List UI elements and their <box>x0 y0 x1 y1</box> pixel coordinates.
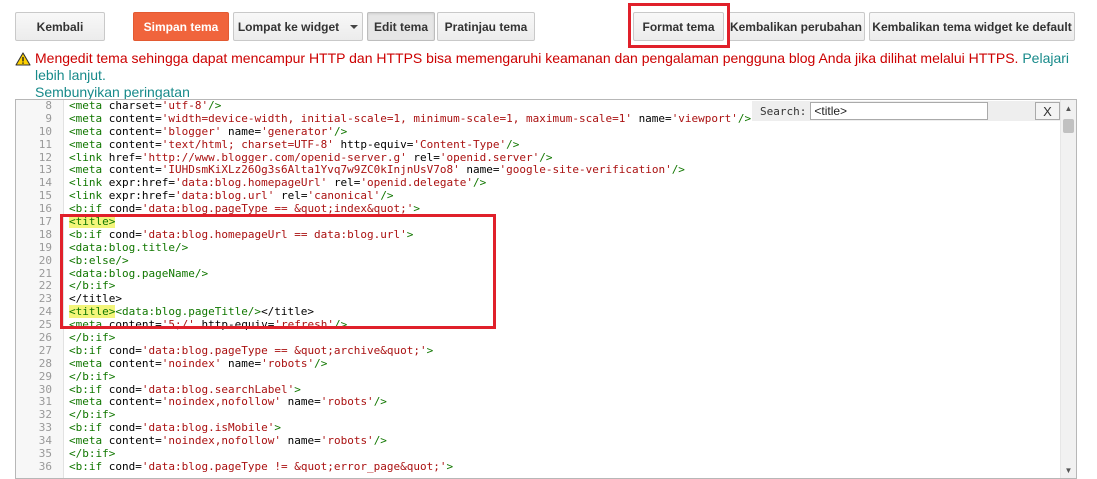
line-number: 10 <box>38 124 52 138</box>
search-input[interactable] <box>810 102 989 120</box>
line-number: 18 <box>38 227 52 241</box>
warning-triangle-icon <box>15 52 31 70</box>
scroll-down-icon[interactable]: ▼ <box>1061 462 1076 478</box>
preview-theme-button[interactable]: Pratinjau tema <box>437 12 535 41</box>
code-text: <b:if cond='data:blog.pageType != &quot;… <box>69 459 454 473</box>
hide-warning-link[interactable]: Sembunyikan peringatan <box>35 84 190 100</box>
save-theme-button[interactable]: Simpan tema <box>133 12 229 41</box>
line-number: 19 <box>38 240 52 254</box>
vertical-scrollbar[interactable]: ▲ ▼ <box>1060 100 1076 478</box>
back-button[interactable]: Kembali <box>15 12 105 41</box>
line-number: 36 <box>38 459 52 473</box>
edit-theme-button[interactable]: Edit tema <box>367 12 435 41</box>
scroll-up-icon[interactable]: ▲ <box>1061 100 1076 116</box>
code-line: 22 </b:if> <box>16 280 1076 293</box>
scrollbar-thumb[interactable] <box>1063 119 1074 133</box>
line-number: 27 <box>38 343 52 357</box>
line-number: 9 <box>45 111 52 125</box>
revert-changes-button[interactable]: Kembalikan perubahan <box>727 12 865 41</box>
search-bar: Search: X <box>752 101 1060 121</box>
warning-text: Mengedit tema sehingga dapat mencampur H… <box>35 50 1019 66</box>
code-line: 19 <data:blog.title/> <box>16 240 1076 255</box>
code-text: <meta content='noindex,nofollow' name='r… <box>69 434 387 448</box>
line-number: 8 <box>45 99 52 112</box>
line-number: 28 <box>38 356 52 370</box>
code-line: 36 <b:if cond='data:blog.pageType != &quo… <box>16 459 1076 474</box>
code-line: 31 <meta content='noindex,nofollow' name=… <box>16 396 1076 409</box>
code-editor[interactable]: 8 <meta charset='utf-8'/> 9 <meta content='… <box>15 99 1077 479</box>
line-number: 29 <box>38 369 52 383</box>
line-number: 11 <box>38 137 52 151</box>
search-label: Search: <box>760 104 807 118</box>
code-line: 25 <meta content='5;/' http-equiv='refres… <box>16 318 1076 332</box>
reset-widgets-button[interactable]: Kembalikan tema widget ke default <box>869 12 1075 41</box>
code-line: 28 <meta content='noindex' name='robots'/… <box>16 356 1076 371</box>
line-number: 17 <box>38 215 52 229</box>
code-text: <b:if cond='data:blog.pageType == &quot;… <box>69 202 421 216</box>
close-search-button[interactable]: X <box>1035 102 1060 120</box>
code-line: 21 <data:blog.pageName/> <box>16 267 1076 281</box>
jump-to-widget-label: Lompat ke widget <box>237 19 340 34</box>
format-theme-button[interactable]: Format tema <box>633 12 724 41</box>
code-text: <meta content='noindex,nofollow' name='r… <box>69 395 387 409</box>
line-number: 26 <box>38 331 52 345</box>
code-lines: 8 <meta charset='utf-8'/> 9 <meta content='… <box>16 100 1076 474</box>
https-warning: Mengedit tema sehingga dapat mencampur H… <box>15 50 1085 101</box>
line-number: 20 <box>38 253 52 267</box>
chevron-down-icon <box>350 24 359 29</box>
code-line: 16 <b:if cond='data:blog.pageType == &quo… <box>16 202 1076 216</box>
jump-to-widget-dropdown[interactable]: Lompat ke widget <box>233 12 363 41</box>
code-line: 34 <meta content='noindex,nofollow' name=… <box>16 434 1076 448</box>
